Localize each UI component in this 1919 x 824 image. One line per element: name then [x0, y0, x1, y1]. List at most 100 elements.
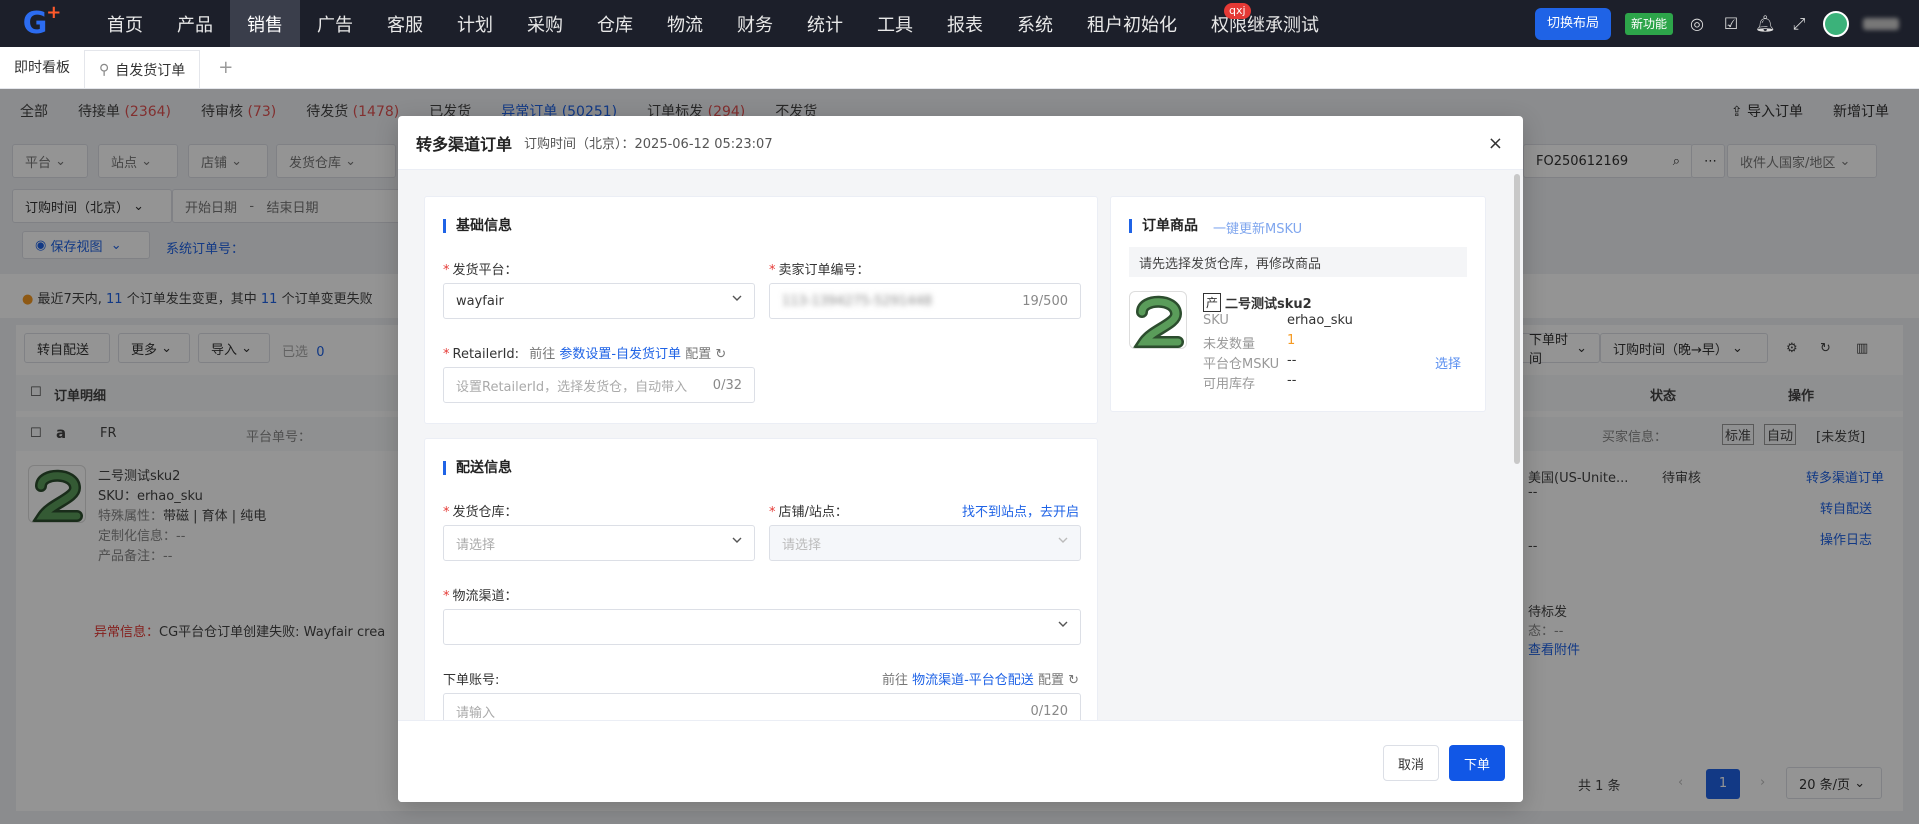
msku-label: 平台仓MSKU: [1203, 357, 1280, 372]
nav-item-1[interactable]: 产品: [160, 0, 230, 47]
seller-order-no-input[interactable]: 113-1394275-5291448 19/500: [769, 283, 1081, 319]
nav-item-12[interactable]: 报表: [930, 0, 1000, 47]
update-msku-link[interactable]: 一键更新MSKU: [1213, 218, 1302, 237]
nav-item-label: 工具: [877, 14, 913, 36]
nav-item-5[interactable]: 计划: [440, 0, 510, 47]
nav-item-6[interactable]: 采购: [510, 0, 580, 47]
nav-item-3[interactable]: 广告: [300, 0, 370, 47]
order-goods-section: 订单商品 一键更新MSKU 请先选择发货仓库，再修改商品 产 二号测试sku2 …: [1110, 196, 1486, 412]
nav-item-8[interactable]: 物流: [650, 0, 720, 47]
nav-item-label: 租户初始化: [1087, 14, 1177, 36]
nav-right-tools: 切换布局 新功能 ◎ ☑ 🔔︎ ⤢: [1534, 0, 1919, 47]
order-account-label: 下单账号:: [443, 673, 500, 688]
nav-item-7[interactable]: 仓库: [580, 0, 650, 47]
nav-item-label: 系统: [1017, 14, 1053, 36]
chevron-down-icon: [1058, 621, 1068, 627]
logistics-channel-select[interactable]: [443, 609, 1081, 645]
dialog-scrollbar[interactable]: [1514, 174, 1520, 464]
refresh-icon[interactable]: ↻: [715, 347, 726, 362]
warehouse-placeholder: 请选择: [456, 537, 496, 553]
nav-item-label: 计划: [457, 14, 493, 36]
help-icon[interactable]: ◎: [1687, 14, 1707, 33]
nav-item-label: 财务: [737, 14, 773, 36]
platform-label: * 发货平台：: [443, 259, 518, 278]
fullscreen-icon[interactable]: ⤢: [1789, 14, 1809, 34]
close-icon[interactable]: ×: [1488, 133, 1503, 154]
qty-label: 未发数量: [1203, 337, 1256, 352]
seller-order-no-label: * 卖家订单编号：: [769, 259, 870, 278]
nav-item-label: 统计: [807, 14, 843, 36]
hint-prefix: 前往: [881, 673, 908, 688]
dialog-header: 转多渠道订单 订购时间（北京）：2025-06-12 05:23:07 ×: [398, 116, 1523, 170]
platform-label-text: 发货平台：: [452, 263, 518, 278]
top-nav: G + 首页 产品 销售 广告 客服 计划 采购 仓库 物流 财务 统计 工具 报表 系统 租户初始化 权限继承…: [0, 0, 1919, 47]
logistics-channel-label-text: 物流渠道：: [452, 589, 518, 604]
nav-item-11[interactable]: 工具: [860, 0, 930, 47]
calendar-check-icon[interactable]: ☑: [1721, 14, 1741, 33]
add-tab-button[interactable]: +: [200, 46, 251, 88]
app-logo[interactable]: G +: [0, 0, 70, 47]
order-account-input[interactable]: 请输入 0/120: [443, 693, 1081, 720]
nav-item-9[interactable]: 财务: [720, 0, 790, 47]
logistics-channel-config-link[interactable]: 物流渠道-平台仓配送: [912, 673, 1034, 688]
nav-menu: 首页 产品 销售 广告 客服 计划 采购 仓库 物流 财务 统计 工具 报表 系统 租户初始化 权限继承测试 q…: [90, 0, 1336, 47]
stock-label: 可用库存: [1203, 377, 1256, 392]
bell-icon[interactable]: 🔔︎: [1755, 14, 1775, 33]
username-blurred[interactable]: [1863, 17, 1899, 30]
param-settings-link[interactable]: 参数设置-自发货订单: [559, 347, 681, 362]
nav-item-label: 采购: [527, 14, 563, 36]
nav-item-2[interactable]: 销售: [230, 0, 300, 47]
nav-item-15[interactable]: 权限继承测试 qxj: [1194, 0, 1336, 47]
new-feature-badge[interactable]: 新功能: [1624, 12, 1673, 35]
required-mark: *: [769, 505, 776, 520]
hint-suffix: 配置: [1037, 673, 1064, 688]
platform-select[interactable]: wayfair: [443, 283, 755, 319]
basic-info-section: 基础信息 * 发货平台： wayfair * 卖家订单编号： 113-1394275…: [424, 196, 1098, 424]
required-mark: *: [443, 263, 450, 278]
store-site-placeholder: 请选择: [782, 537, 822, 553]
required-mark: *: [443, 505, 450, 520]
submit-order-button[interactable]: 下单: [1449, 745, 1505, 781]
refresh-icon[interactable]: ↻: [1068, 673, 1079, 688]
switch-layout-button[interactable]: 切换布局: [1534, 7, 1611, 40]
sku-2-image-icon: [1132, 295, 1184, 348]
warehouse-select[interactable]: 请选择: [443, 525, 755, 561]
msku-value: --: [1287, 353, 1297, 368]
order-account-placeholder: 请输入: [456, 705, 496, 721]
retailer-id-input[interactable]: 设置RetailerId，选择发货仓，自动带入 0/32: [443, 367, 755, 403]
warehouse-label-text: 发货仓库：: [452, 505, 518, 520]
enable-site-link[interactable]: 找不到站点，去开启: [962, 501, 1079, 520]
tab-dashboard[interactable]: 即时看板: [0, 46, 84, 88]
stock-value: --: [1287, 373, 1297, 388]
char-count: 0/120: [1030, 703, 1068, 719]
nav-item-10[interactable]: 统计: [790, 0, 860, 47]
avatar[interactable]: [1823, 10, 1849, 37]
user-badge: qxj: [1224, 3, 1251, 19]
order-account-hint: 前往 物流渠道-平台仓配送 配置 ↻: [882, 669, 1079, 688]
nav-item-label: 首页: [107, 14, 143, 36]
nav-item-0[interactable]: 首页: [90, 0, 160, 47]
nav-item-4[interactable]: 客服: [370, 0, 440, 47]
nav-item-14[interactable]: 租户初始化: [1070, 0, 1194, 47]
dialog-footer: 取消 下单: [398, 720, 1523, 802]
required-mark: *: [443, 589, 450, 604]
cancel-button[interactable]: 取消: [1383, 745, 1439, 781]
store-site-select[interactable]: 请选择: [769, 525, 1081, 561]
shipping-info-section: 配送信息 * 发货仓库： 请选择 * 店铺/站点： 找不到站点，去开启 请选择 * 物…: [424, 438, 1098, 720]
goods-tag: 产: [1203, 293, 1222, 312]
retailer-id-placeholder: 设置RetailerId，选择发货仓，自动带入: [456, 379, 688, 395]
char-count: 0/32: [712, 377, 742, 393]
chevron-down-icon: [1058, 537, 1068, 543]
nav-item-label: 物流: [667, 14, 703, 36]
nav-item-label: 销售: [247, 14, 283, 36]
logo-icon: G +: [22, 2, 62, 41]
logistics-channel-label: * 物流渠道：: [443, 585, 518, 604]
sku-value: erhao_sku: [1287, 313, 1353, 328]
select-msku-link[interactable]: 选择: [1435, 353, 1461, 372]
nav-item-label: 仓库: [597, 14, 633, 36]
sku-label: SKU: [1203, 313, 1229, 328]
chevron-down-icon: [732, 295, 742, 301]
nav-item-13[interactable]: 系统: [1000, 0, 1070, 47]
store-site-label: * 店铺/站点：: [769, 501, 848, 520]
tab-self-ship-orders[interactable]: ⚲ 自发货订单: [84, 50, 201, 88]
